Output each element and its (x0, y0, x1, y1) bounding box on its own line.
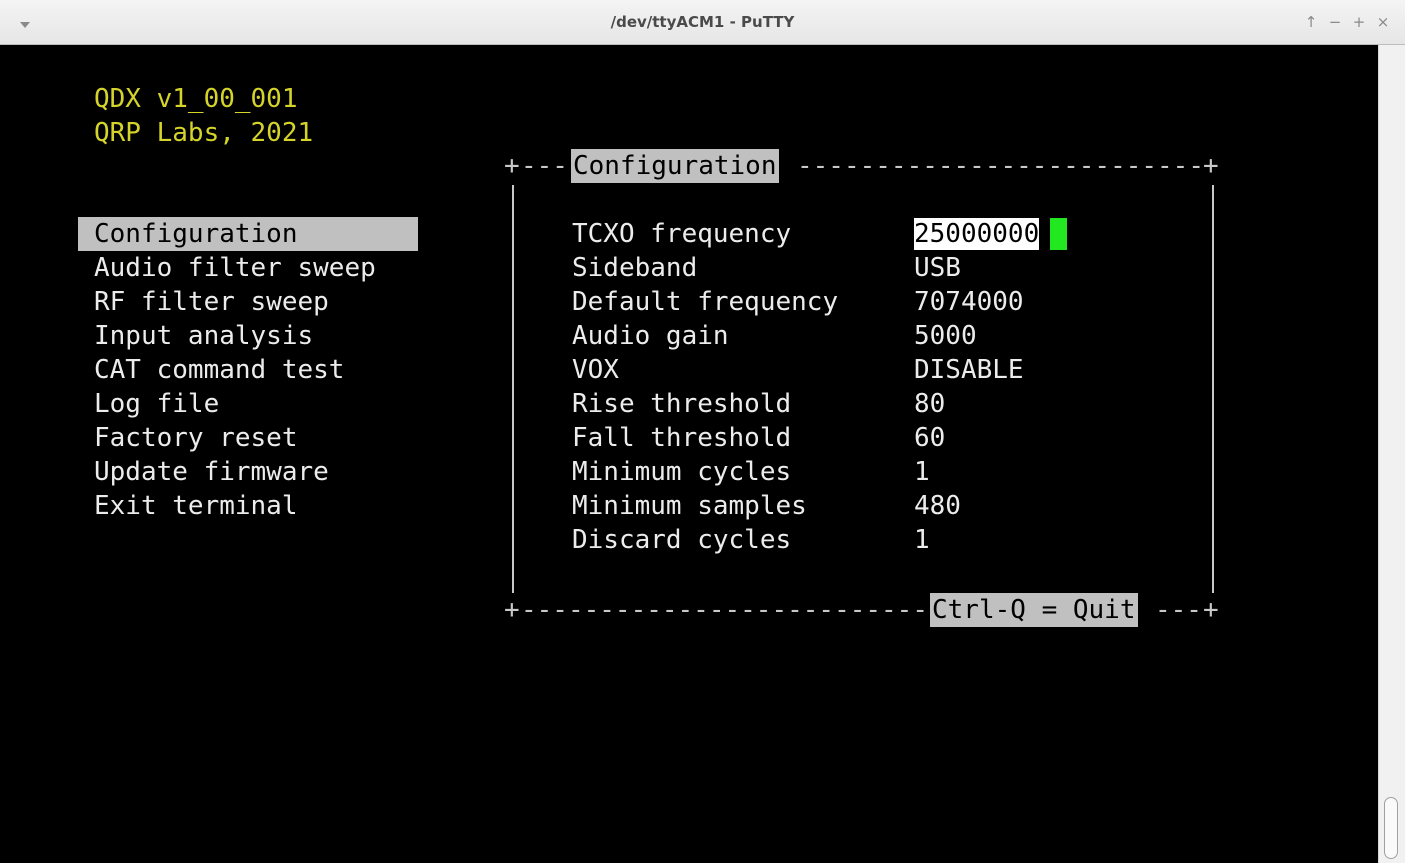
config-label: Audio gain (572, 321, 729, 351)
config-label: Default frequency (572, 287, 839, 317)
vertical-scrollbar[interactable] (1378, 45, 1405, 863)
putty-window: /dev/ttyACM1 - PuTTY ↑ − + × QDX v1_00_0… (0, 0, 1405, 863)
close-button[interactable]: × (1371, 10, 1395, 34)
config-box-title: Configuration (571, 149, 779, 183)
minimize-button[interactable]: − (1323, 10, 1347, 34)
tcxo-frequency-input[interactable]: 25000000 (914, 218, 1040, 250)
title-bar[interactable]: /dev/ttyACM1 - PuTTY ↑ − + × (0, 0, 1405, 45)
config-label: TCXO frequency (572, 219, 792, 249)
menu-item-configuration[interactable]: Configuration (78, 217, 418, 251)
box-right-border (1212, 185, 1214, 593)
maximize-button[interactable]: + (1347, 10, 1371, 34)
config-value[interactable]: 480 (914, 489, 961, 523)
config-value[interactable]: 5000 (914, 319, 977, 353)
menu-item-exit-terminal[interactable]: Exit terminal (78, 489, 418, 523)
text-cursor (1050, 218, 1067, 250)
config-value[interactable]: 60 (914, 421, 945, 455)
config-value[interactable]: 7074000 (914, 285, 1024, 319)
config-label: Fall threshold (572, 423, 792, 453)
keep-above-button[interactable]: ↑ (1299, 10, 1323, 34)
config-label: Discard cycles (572, 525, 792, 555)
config-value[interactable]: USB (914, 251, 961, 285)
firmware-version: QDX v1_00_001 (94, 84, 298, 114)
terminal-screen[interactable]: QDX v1_00_001 QRP Labs, 2021 Configurati… (0, 45, 1378, 863)
config-value[interactable]: 80 (914, 387, 945, 421)
box-corner-bottom-right: + (1203, 595, 1219, 625)
menu-item-audio-filter-sweep[interactable]: Audio filter sweep (78, 251, 418, 285)
box-top-border-right: ----------------------------------------… (797, 151, 1201, 181)
menu-item-input-analysis[interactable]: Input analysis (78, 319, 418, 353)
quit-hint: Ctrl-Q = Quit (930, 593, 1138, 627)
box-corner-bottom-left: + (504, 595, 520, 625)
box-bottom-border-right: -------- (1155, 595, 1203, 625)
menu-item-factory-reset[interactable]: Factory reset (78, 421, 418, 455)
box-corner-top-right: + (1203, 151, 1219, 181)
box-bottom-border-left: ----------------------------------------… (521, 595, 930, 625)
menu-item-update-firmware[interactable]: Update firmware (78, 455, 418, 489)
window-controls: ↑ − + × (1299, 0, 1395, 44)
config-label: Rise threshold (572, 389, 792, 419)
menu-item-cat-command-test[interactable]: CAT command test (78, 353, 418, 387)
box-top-border-left: -------- (521, 151, 571, 181)
config-label: Minimum cycles (572, 457, 792, 487)
config-label: VOX (572, 355, 619, 385)
menu-item-rf-filter-sweep[interactable]: RF filter sweep (78, 285, 418, 319)
box-left-border (512, 185, 514, 593)
box-corner-top-left: + (504, 151, 520, 181)
config-value[interactable]: 1 (914, 523, 930, 557)
config-value[interactable]: DISABLE (914, 353, 1024, 387)
copyright-line: QRP Labs, 2021 (94, 118, 314, 148)
menu-item-log-file[interactable]: Log file (78, 387, 418, 421)
config-label: Sideband (572, 253, 698, 283)
config-value[interactable]: 1 (914, 455, 930, 489)
window-title: /dev/ttyACM1 - PuTTY (610, 13, 795, 31)
config-label: Minimum samples (572, 491, 807, 521)
scrollbar-thumb[interactable] (1384, 797, 1398, 859)
